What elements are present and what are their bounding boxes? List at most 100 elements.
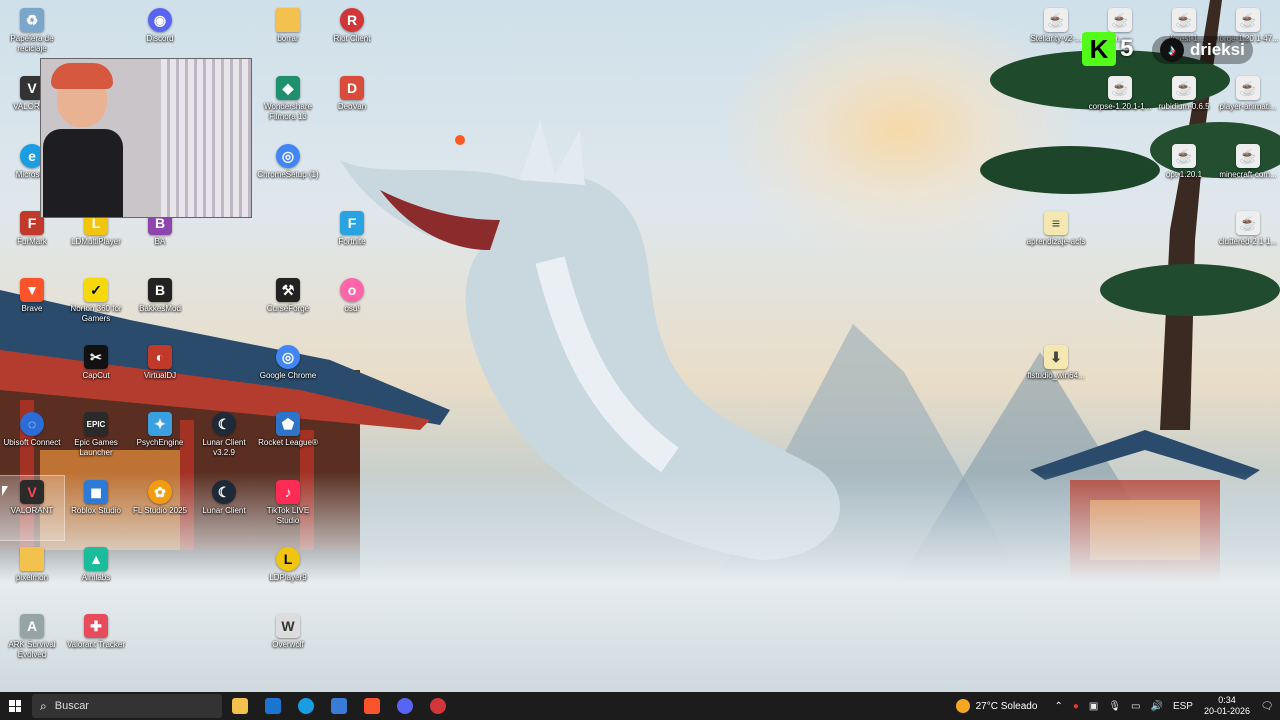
clock[interactable]: 0:34 20-01-2026 [1204,695,1250,717]
record-icon[interactable]: ● [1073,701,1079,712]
display-icon[interactable]: ▣ [1089,701,1098,712]
riot-icon [430,698,446,714]
java-file-icon: ☕ [1236,211,1260,235]
taskbar-discord[interactable] [390,692,420,720]
desktop-icon-valorant[interactable]: V VALORANT [0,475,65,541]
sun-icon [955,699,970,713]
desktop-icon-norton[interactable]: ✓ Norton 360 for Gamers [64,274,128,338]
rocket-league-icon: ⬟ [276,412,300,436]
desktop-file-opt[interactable]: ☕ opt-1.20.1 [1152,140,1216,204]
language-indicator[interactable]: ESP [1173,701,1193,712]
lunar-client-icon: ☾ [212,480,236,504]
tiktok-icon: ♪ [1160,38,1184,62]
desktop-icon-tiktok-live-studio[interactable]: ♪ TikTok LIVE Studio [256,476,320,540]
desktop-icon-valorant-tracker[interactable]: ✚ Valorant Tracker [64,610,128,674]
java-file-icon: ☕ [1172,144,1196,168]
deovan-icon: D [340,76,364,100]
desktop-icon-fl-studio[interactable]: ✿ FL Studio 2025 [128,476,192,540]
kick-viewer-counter: K 5 [1082,30,1133,68]
search-icon: ⌕ [40,698,47,713]
taskbar-search[interactable]: ⌕ Buscar [32,694,222,718]
desktop-icon-capcut[interactable]: ✂ CapCut [64,341,128,405]
psychengine-icon: ✦ [148,412,172,436]
desktop-icon-ark[interactable]: A ARK Survival Evolved [0,610,64,674]
java-file-icon: ☕ [1236,144,1260,168]
java-file-icon: ☕ [1236,76,1260,100]
edge-icon [298,698,314,714]
desktop-icon-filmora[interactable]: ◆ Wondershare Filmora 13 [256,72,320,136]
desktop-file-flstudio-installer[interactable]: ⬇ flstudio_win64... [1024,341,1088,405]
desktop-icon-fortnite[interactable]: F Fortnite [320,207,384,271]
desktop-icon-curseforge[interactable]: ⚒ CurseForge [256,274,320,338]
desktop-file-rubidium[interactable]: ☕ rubidium-0.6.5 [1152,72,1216,136]
desktop-file-aprendizaje[interactable]: ≡ aprendizaje-acfs [1024,207,1088,271]
taskbar: ⌕ Buscar 27°C Soleado ⌃ ● ▣ 🎙 ▭ 🔊 ESP 0:… [0,692,1280,720]
bakkesmod-icon: B [148,278,172,302]
java-file-icon: ☕ [1108,8,1132,32]
volume-icon[interactable]: 🔊 [1150,701,1162,712]
java-file-icon: ☕ [1108,76,1132,100]
search-placeholder: Buscar [54,700,89,712]
desktop-icon-virtualdj[interactable]: ◐ VirtualDJ [128,341,192,405]
desktop-icon-psychengine[interactable]: ✦ PsychEngine [128,408,192,472]
clock-time: 0:34 [1218,695,1236,705]
desktop-icon-roblox-studio[interactable]: ◼ Roblox Studio [64,476,128,540]
desktop-icon-riot-client[interactable]: R Riot Client [320,4,384,68]
brave-icon [364,698,380,714]
desktop-file-corpse[interactable]: ☕ corpse-1.20.1-1... [1088,72,1152,136]
microphone-icon[interactable]: 🎙 [1108,701,1121,712]
java-file-icon: ☕ [1172,8,1196,32]
desktop-file-minecraft-com[interactable]: ☕ minecraft-com... [1216,140,1280,204]
taskbar-store[interactable] [324,692,354,720]
desktop-icon-epic-games[interactable]: EPIC Epic Games Launcher [64,408,128,472]
notification-icon[interactable]: 🗨 [1258,701,1276,712]
installer-icon: ⬇ [1044,345,1068,369]
tiktok-live-icon: ♪ [276,480,300,504]
virtualdj-icon: ◐ [148,345,172,369]
taskbar-mail[interactable] [258,692,288,720]
chrome-setup-icon: ◎ [276,144,300,168]
taskbar-brave[interactable] [357,692,387,720]
taskbar-file-explorer[interactable] [225,692,255,720]
chrome-icon: ◎ [276,345,300,369]
desktop-icon-borrar[interactable]: borrar [256,4,320,68]
person-hair [51,63,113,89]
riot-client-icon: R [340,8,364,32]
epic-games-icon: EPIC [84,412,108,436]
desktop-icon-pixelmon[interactable]: pixelmon [0,543,64,607]
java-file-icon: ☕ [1172,76,1196,100]
lunar-client-icon: ☾ [212,412,236,436]
taskbar-edge[interactable] [291,692,321,720]
desktop-file-stellarity[interactable]: ☕ Stellarity-v2-... [1024,4,1088,68]
desktop-icon-lunar-client-v329[interactable]: ☾ Lunar Client v3.2.9 [192,408,256,472]
desktop-icon-osu[interactable]: o osu! [320,274,384,338]
system-tray: 27°C Soleado ⌃ ● ▣ 🎙 ▭ 🔊 ESP 0:34 20-01-… [955,692,1280,720]
desktop-icon-brave[interactable]: ▼ Brave [0,274,64,338]
mouse-cursor [2,486,8,496]
valorant-tracker-icon: ✚ [84,614,108,638]
ldplayer-icon: L [276,547,300,571]
desktop-icon-lunar-client[interactable]: ☾ Lunar Client [192,476,256,540]
desktop-icon-deovan[interactable]: D DeoVan [320,72,384,136]
desktop-icon-rocket-league[interactable]: ⬟ Rocket League® [256,408,320,472]
taskbar-riot[interactable] [423,692,453,720]
folder-icon [20,547,44,571]
desktop-file-player-animation[interactable]: ☕ player-animati... [1216,72,1280,136]
desktop-icon-overwolf[interactable]: W Overwolf [256,610,320,674]
java-file-icon: ☕ [1044,8,1068,32]
webcam-overlay [40,58,252,218]
desktop-file-cluttered[interactable]: ☕ cluttered-2.1-1... [1216,207,1280,271]
tiktok-handle-overlay: ♪ drieksi [1152,36,1253,64]
start-button[interactable] [0,692,30,720]
desktop-icon-ldplayer9[interactable]: L LDPlayer9 [256,543,320,607]
network-icon[interactable]: ▭ [1131,701,1140,712]
desktop-icon-google-chrome[interactable]: ◎ Google Chrome [256,341,320,405]
desktop-icon-chrome-setup[interactable]: ◎ ChromeSetup (1) [256,140,320,204]
curtain [161,59,251,217]
chevron-up-icon[interactable]: ⌃ [1054,701,1062,712]
desktop-icon-aimlabs[interactable]: ▲ Aimlabs [64,543,128,607]
weather-widget[interactable]: 27°C Soleado [955,699,1037,713]
desktop-icon-bakkesmod[interactable]: B BakkesMod [128,274,192,338]
desktop-icon-ubisoft-connect[interactable]: ◌ Ubisoft Connect [0,408,64,472]
roblox-studio-icon: ◼ [84,480,108,504]
